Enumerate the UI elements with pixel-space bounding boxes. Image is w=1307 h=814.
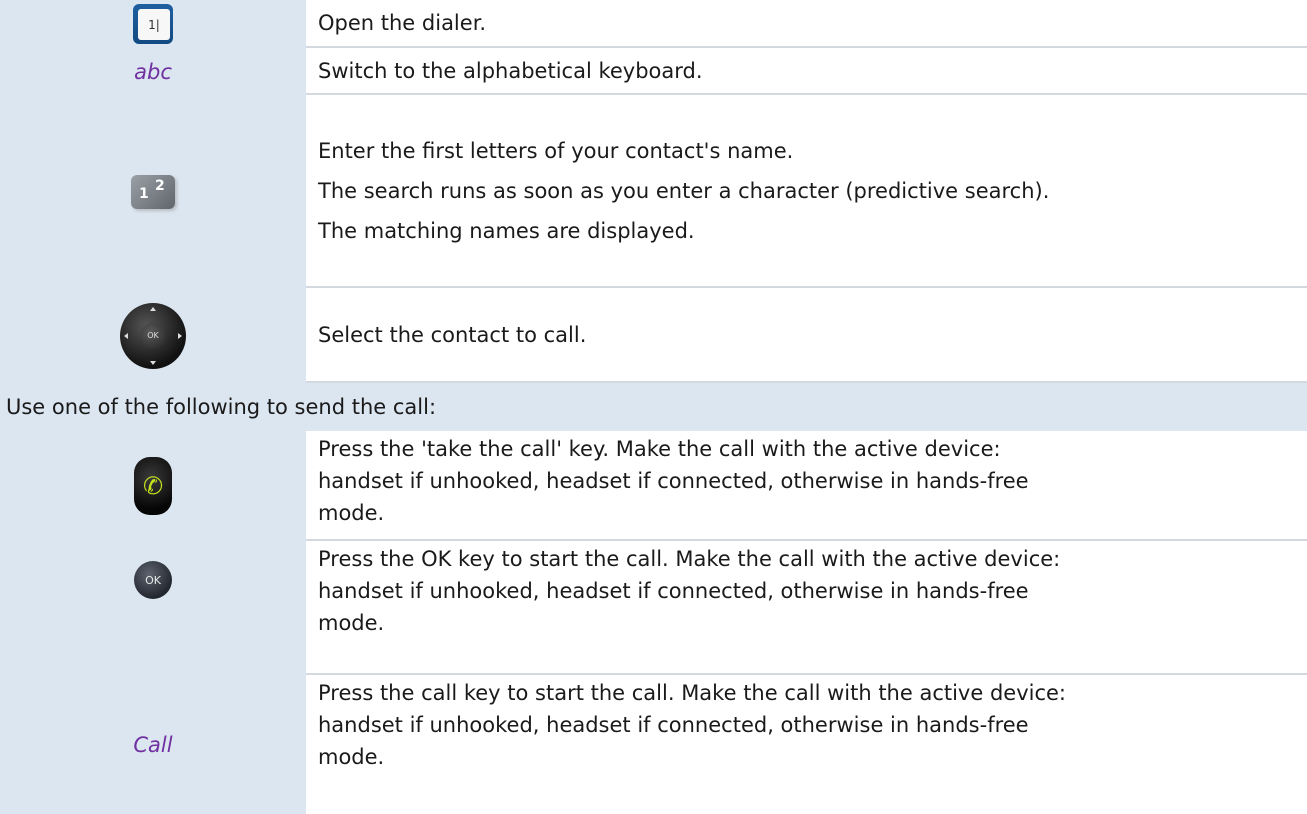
step-text: Open the dialer.: [318, 11, 487, 35]
step-description: Enter the first letters of your contact'…: [306, 95, 1307, 288]
option-text: handset if unhooked, headset if connecte…: [318, 579, 1029, 603]
ok-center-button[interactable]: OK: [140, 322, 166, 349]
icon-cell: ✆: [0, 431, 306, 541]
icon-cell: Call: [0, 675, 306, 814]
option-text: mode.: [318, 501, 385, 525]
abc-softkey[interactable]: abc: [134, 60, 172, 84]
step-text: Enter the first letters of your contact'…: [318, 138, 794, 163]
icon-cell: abc: [0, 48, 306, 95]
icon-cell: OK: [0, 541, 306, 675]
instruction-table: 1| Open the dialer. abc Switch to the al…: [0, 0, 1307, 814]
icon-cell: OK: [0, 288, 306, 383]
step-row: abc Switch to the alphabetical keyboard.: [0, 48, 1307, 95]
step-row: OK Select the contact to call.: [0, 288, 1307, 383]
option-description: Press the 'take the call' key. Make the …: [306, 431, 1307, 541]
section-heading: Use one of the following to send the cal…: [0, 383, 1307, 431]
send-option-row: OK Press the OK key to start the call. M…: [0, 541, 1307, 675]
send-option-row: Call Press the call key to start the cal…: [0, 675, 1307, 814]
step-text: Select the contact to call.: [318, 322, 587, 347]
keypad-icon[interactable]: 1 2: [131, 174, 175, 209]
option-description: Press the call key to start the call. Ma…: [306, 675, 1307, 814]
take-call-icon[interactable]: ✆: [134, 457, 172, 515]
step-description: Select the contact to call.: [306, 288, 1307, 383]
step-text: Switch to the alphabetical keyboard.: [318, 58, 703, 83]
option-text: mode.: [318, 745, 385, 769]
left-arrow-icon: [124, 332, 128, 339]
step-description: Switch to the alphabetical keyboard.: [306, 48, 1307, 95]
icon-cell: 1 2: [0, 95, 306, 288]
step-row: 1 2 Enter the first letters of your cont…: [0, 95, 1307, 288]
option-text: handset if unhooked, headset if connecte…: [318, 713, 1029, 737]
option-text: Press the OK key to start the call. Make…: [318, 547, 1061, 571]
option-text: Press the 'take the call' key. Make the …: [318, 437, 1001, 461]
step-text: The search runs as soon as you enter a c…: [318, 178, 1050, 203]
ok-key-icon[interactable]: OK: [134, 561, 172, 599]
option-description: Press the OK key to start the call. Make…: [306, 541, 1307, 675]
right-arrow-icon: [178, 332, 182, 339]
down-arrow-icon: [150, 360, 156, 365]
option-text: handset if unhooked, headset if connecte…: [318, 469, 1029, 493]
step-row: 1| Open the dialer.: [0, 0, 1307, 48]
up-arrow-icon: [150, 306, 156, 311]
option-text: Press the call key to start the call. Ma…: [318, 681, 1067, 705]
navigator-icon[interactable]: OK: [120, 302, 186, 369]
call-softkey[interactable]: Call: [133, 733, 172, 757]
step-text: The matching names are displayed.: [318, 218, 695, 243]
option-text: mode.: [318, 611, 385, 635]
dialer-icon[interactable]: 1|: [133, 4, 173, 44]
send-option-row: ✆ Press the 'take the call' key. Make th…: [0, 431, 1307, 541]
icon-cell: 1|: [0, 0, 306, 48]
step-description: Open the dialer.: [306, 0, 1307, 48]
